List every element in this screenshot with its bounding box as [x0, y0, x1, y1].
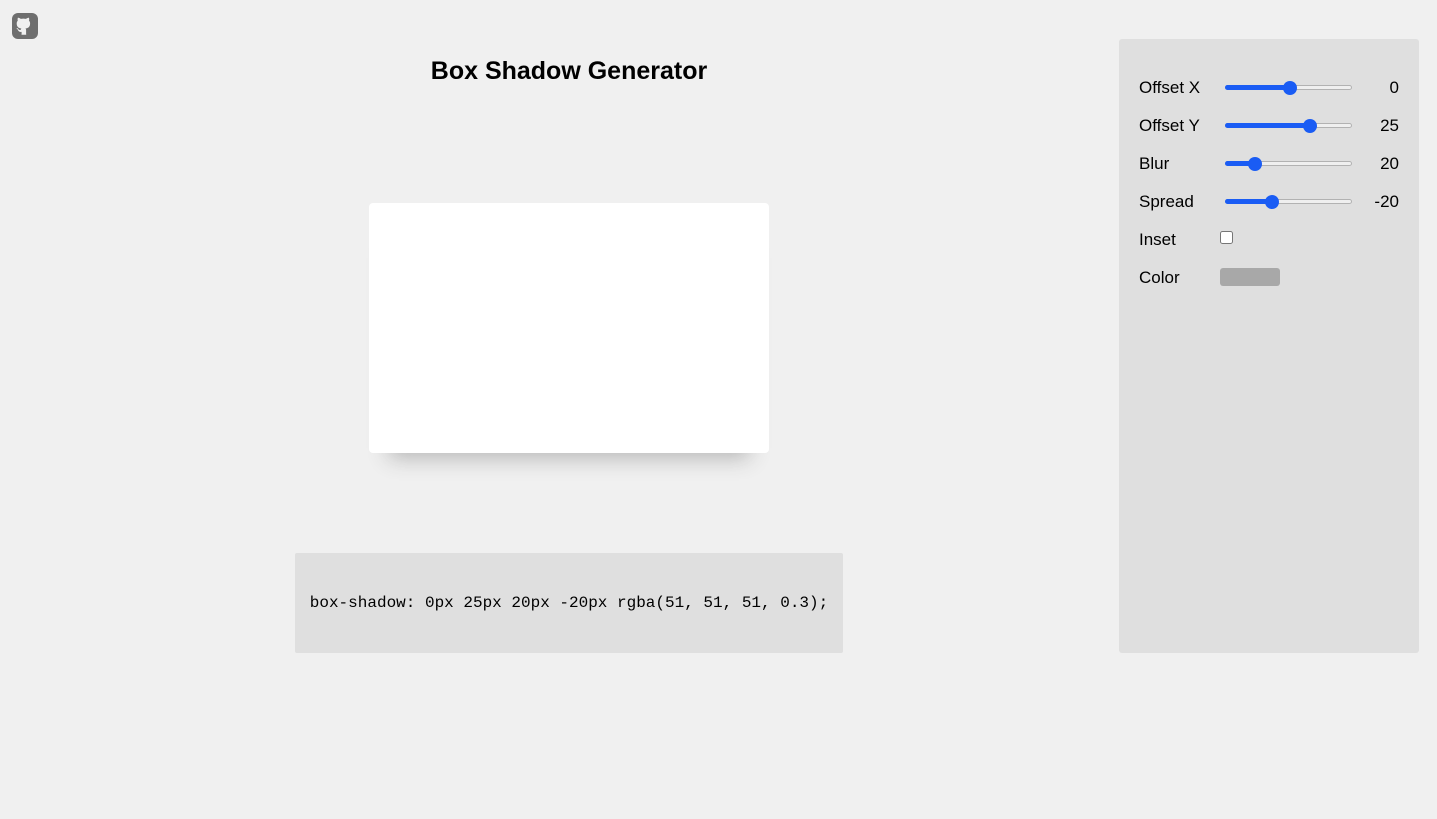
spread-slider[interactable]: [1225, 195, 1352, 209]
spread-label: Spread: [1139, 192, 1194, 211]
control-inset: Inset: [1139, 228, 1399, 252]
page-title: Box Shadow Generator: [430, 57, 708, 85]
control-spread: Spread -20: [1139, 190, 1399, 214]
spread-value: -20: [1374, 192, 1399, 211]
css-output-text: box-shadow: 0px 25px 20px -20px rgba(51,…: [309, 594, 829, 612]
inset-checkbox[interactable]: [1220, 231, 1233, 244]
slider-thumb[interactable]: [1282, 81, 1297, 95]
css-output-panel: box-shadow: 0px 25px 20px -20px rgba(51,…: [295, 553, 843, 653]
blur-slider[interactable]: [1225, 157, 1352, 171]
offset-y-label: Offset Y: [1139, 116, 1200, 135]
offset-y-slider[interactable]: [1225, 119, 1352, 133]
slider-fill: [1225, 123, 1311, 128]
controls-panel: Offset X 0 Offset Y 25 Blur 20 Spread -2…: [1119, 39, 1419, 653]
control-offset-y: Offset Y 25: [1139, 114, 1399, 138]
slider-fill: [1225, 85, 1290, 90]
offset-x-value: 0: [1389, 78, 1399, 97]
color-picker[interactable]: [1220, 268, 1280, 286]
slider-thumb[interactable]: [1303, 119, 1318, 133]
github-link[interactable]: [12, 13, 38, 39]
inset-label: Inset: [1139, 230, 1176, 249]
control-blur: Blur 20: [1139, 152, 1399, 176]
control-color: Color: [1139, 266, 1399, 290]
blur-value: 20: [1380, 154, 1399, 173]
control-offset-x: Offset X 0: [1139, 76, 1399, 100]
github-icon: [12, 13, 38, 39]
offset-y-value: 25: [1380, 116, 1399, 135]
slider-thumb[interactable]: [1247, 157, 1262, 171]
blur-label: Blur: [1139, 154, 1170, 173]
shadow-preview-box: [369, 203, 769, 453]
offset-x-label: Offset X: [1139, 78, 1201, 97]
slider-thumb[interactable]: [1264, 195, 1279, 209]
color-label: Color: [1139, 268, 1180, 287]
offset-x-slider[interactable]: [1225, 81, 1352, 95]
